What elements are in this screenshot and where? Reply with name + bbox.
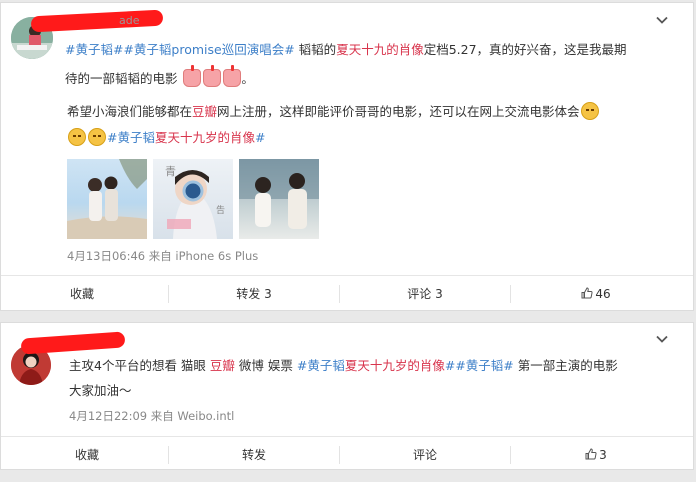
movie-title[interactable]: 夏天十九岁的肖像 [345,358,445,373]
post-meta[interactable]: 4月12日22:09 来自 Weibo.intl [69,408,234,424]
hashtag-link[interactable]: #黄子韬 [297,358,345,373]
action-bar: 收藏 转发 评论 3 [1,436,693,472]
post-image-thumbnail[interactable] [239,159,319,239]
collect-label: 收藏 [69,287,94,301]
repost-label: 转发 [241,448,266,462]
post-text-line: 待的一部韬韬的电影 。 [65,65,254,92]
movie-title[interactable]: 夏天十九的肖像 [336,42,424,57]
post-text-line: 主攻4个平台的想看 猫眼 豆瓣 微博 娱票 #黄子韬夏天十九岁的肖像##黄子韬#… [69,353,618,378]
redacted-username [20,331,126,355]
post-text: 希望小海浪们能够都在 [67,104,193,119]
post-text: 待的一部韬韬的电影 [65,71,178,86]
post-text: 微博 娱票 [234,358,297,373]
post-text: 网上注册，这样即能评价哥哥的电影，还可以在网上交流电影体会 [217,104,580,119]
post-meta[interactable]: 4月13日06:46 来自 iPhone 6s Plus [67,248,258,264]
comment-button[interactable]: 评论 [339,437,511,473]
chevron-down-icon[interactable] [655,332,669,346]
cake-emoji-icon [182,65,201,87]
collect-button[interactable]: 收藏 [1,276,173,312]
hashtag-link[interactable]: #黄子韬# [65,42,123,57]
like-button[interactable]: 3 [510,437,682,473]
post-text-line: 大家加油～ [69,378,132,403]
grin-face-emoji-icon [580,102,599,120]
cake-emoji-icon [202,65,221,87]
thumbs-up-icon [581,287,593,299]
repost-button[interactable]: 转发 3 [168,276,340,312]
hashtag-link[interactable]: #黄子韬 [107,130,155,145]
post-text-line: #黄子韬##黄子韬promise巡回演唱会# 韬韬的夏天十九的肖像定档5.27，… [65,37,627,62]
post-text-line: 希望小海浪们能够都在豆瓣网上注册，这样即能评价哥哥的电影，还可以在网上交流电影体… [67,99,600,124]
post-image-thumbnail[interactable] [67,159,147,239]
post-text: 韬韬的 [294,42,337,57]
comment-button[interactable]: 评论 3 [339,276,511,312]
weibo-post-1: ade #黄子韬##黄子韬promise巡回演唱会# 韬韬的夏天十九的肖像定档5… [0,2,694,311]
repost-button[interactable]: 转发 [168,437,340,473]
douban-link[interactable]: 豆瓣 [210,358,235,373]
period: 。 [241,72,254,86]
movie-title[interactable]: 夏天十九岁的肖像 [155,130,255,145]
like-count: 3 [599,448,607,462]
like-count: 46 [595,287,611,301]
collect-button[interactable]: 收藏 [1,437,173,473]
repost-label: 转发 3 [236,287,272,301]
weibo-post-2: 主攻4个平台的想看 猫眼 豆瓣 微博 娱票 #黄子韬夏天十九岁的肖像##黄子韬#… [0,322,694,470]
hashtag-link[interactable]: #黄子韬promise巡回演唱会# [123,42,294,57]
chevron-down-icon[interactable] [655,13,669,27]
like-button[interactable]: 46 [510,276,682,312]
post-text: 主攻4个平台的想看 猫眼 [69,358,210,373]
cake-emoji-icon [222,65,241,87]
douban-link[interactable]: 豆瓣 [192,104,217,119]
grin-face-emoji-icon [68,128,86,146]
thumbs-up-icon [585,448,597,460]
svg-text:青: 青 [165,165,176,178]
grin-face-emoji-icon [88,128,106,146]
collect-label: 收藏 [74,448,99,462]
redacted-username [30,9,164,33]
hashtag-link[interactable]: ##黄子韬# [445,358,514,373]
post-text: 大家加油～ [69,383,132,398]
comment-label: 评论 [412,448,437,462]
hashtag-link[interactable]: # [255,130,265,145]
post-image-thumbnail[interactable]: 青 告 [153,159,233,239]
action-bar: 收藏 转发 3 评论 3 46 [1,275,693,311]
comment-label: 评论 3 [407,287,443,301]
post-text-line: #黄子韬夏天十九岁的肖像# [67,125,265,150]
post-text: 定档5.27，真的好兴奋，这是我最期 [423,42,627,57]
svg-text:告: 告 [216,204,225,216]
username-fragment: ade [119,14,140,27]
post-text: 第一部主演的电影 [513,358,618,373]
